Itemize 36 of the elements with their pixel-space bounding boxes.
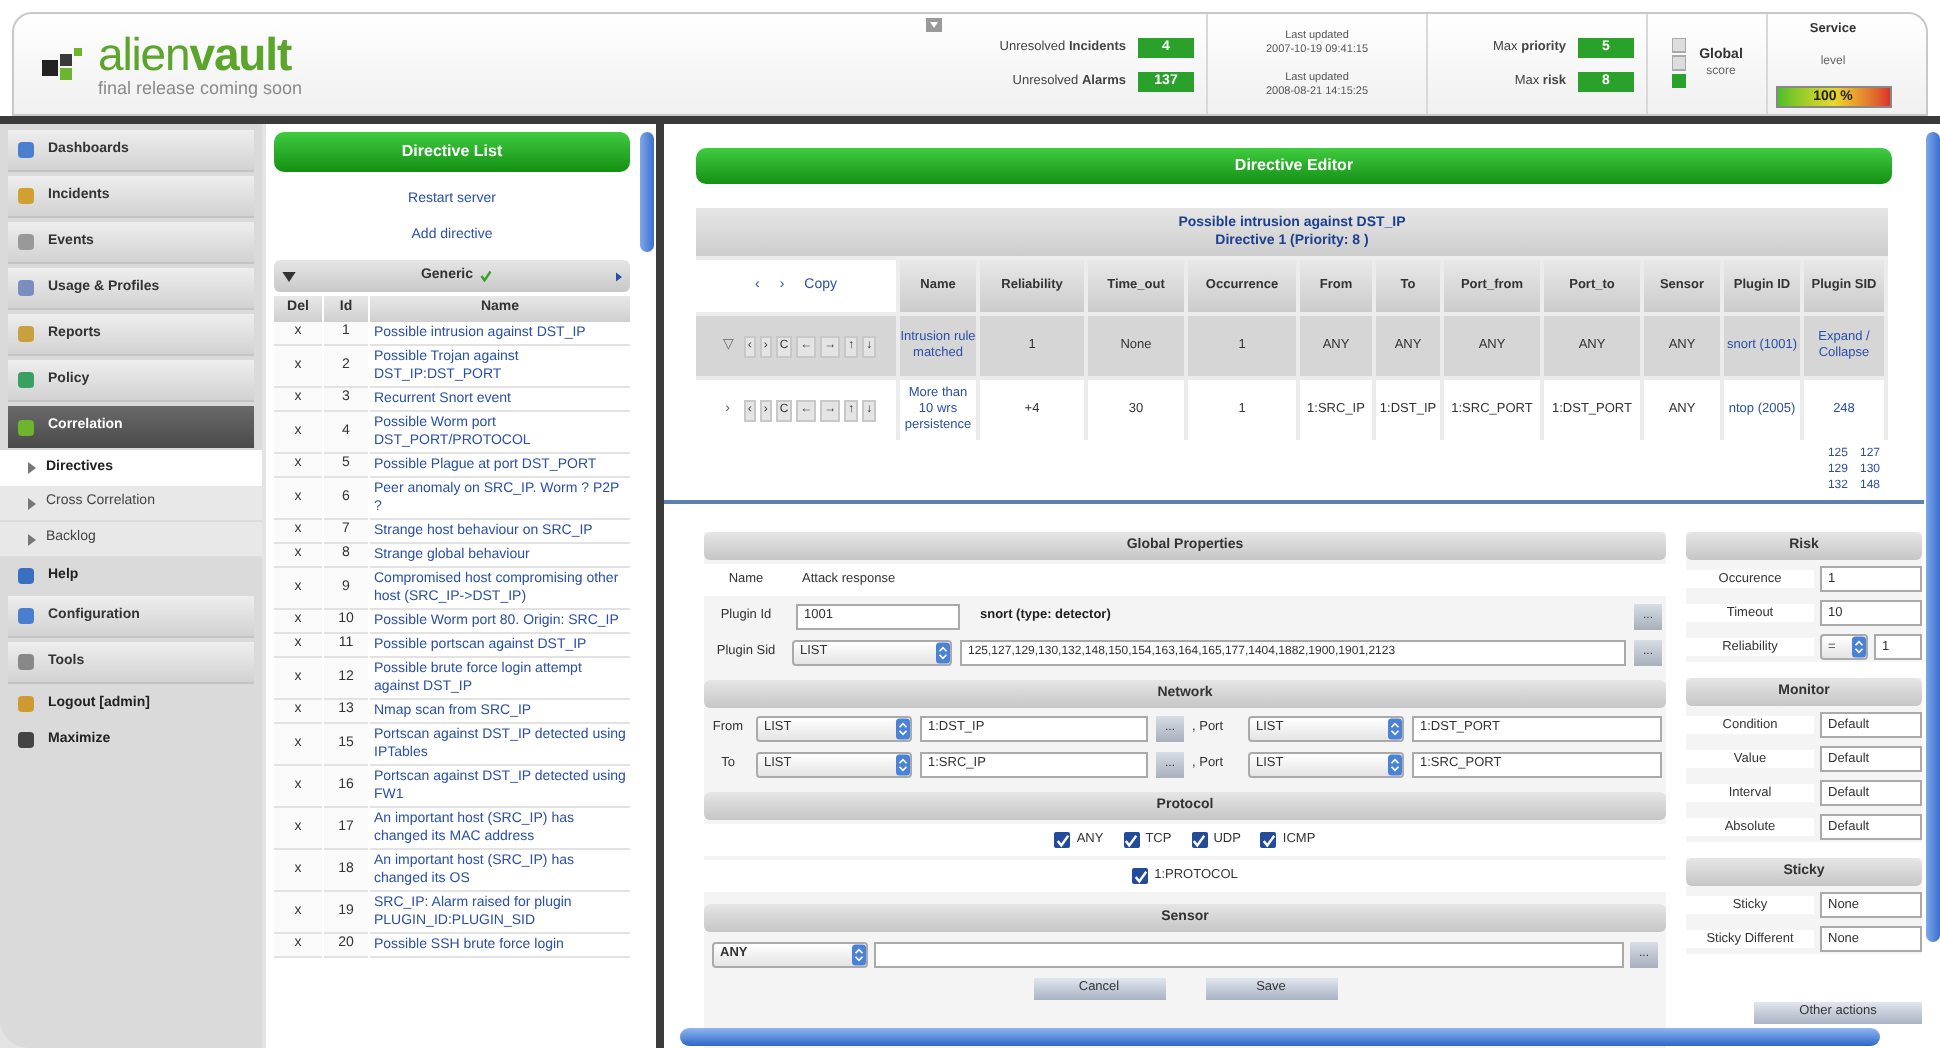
- sensor-field[interactable]: [874, 941, 1624, 967]
- next-arrow-icon: [616, 271, 622, 281]
- menu-icon: [16, 370, 36, 390]
- menu-icon: [16, 324, 36, 344]
- directive-list-header: Directive List: [274, 132, 630, 172]
- bullet-arrow-icon: [28, 533, 36, 545]
- checkmark-icon: [1133, 869, 1148, 883]
- menu-icon: [16, 140, 36, 160]
- bullet-arrow-icon: [28, 497, 36, 509]
- collapse-triangle-icon: [282, 271, 296, 281]
- dropdown-arrow-icon: [896, 753, 910, 775]
- menu-icon: [16, 278, 36, 298]
- logo-tagline: final release coming soon: [98, 79, 303, 97]
- scrollbar-thumb[interactable]: [640, 132, 654, 252]
- checkmark-icon: [1124, 833, 1139, 847]
- collapse-icon: [926, 18, 942, 32]
- dropdown-arrow-icon: [936, 641, 950, 663]
- checkmark-icon: [1261, 833, 1276, 847]
- check-icon: [479, 270, 492, 282]
- menu-icon: [16, 652, 36, 672]
- logo-icon: [42, 46, 86, 82]
- menu-icon: [16, 232, 36, 252]
- score-meter-icon: [1671, 38, 1686, 90]
- dropdown-arrow-icon: [852, 943, 866, 965]
- scrollbar-thumb[interactable]: [1925, 132, 1939, 942]
- dropdown-arrow-icon: [1388, 717, 1402, 739]
- menu-icon: [16, 417, 36, 437]
- directive-editor-header: Directive Editor: [696, 148, 1892, 184]
- bullet-arrow-icon: [28, 462, 36, 474]
- logo-text: alienvault: [98, 31, 294, 77]
- dropdown-arrow-icon: [896, 717, 910, 739]
- horizontal-scrollbar[interactable]: [680, 1028, 1880, 1046]
- menu-icon: [16, 186, 36, 206]
- checkmark-icon: [1192, 833, 1207, 847]
- dropdown-arrow-icon: [1388, 753, 1402, 775]
- checkmark-icon: [1055, 833, 1070, 847]
